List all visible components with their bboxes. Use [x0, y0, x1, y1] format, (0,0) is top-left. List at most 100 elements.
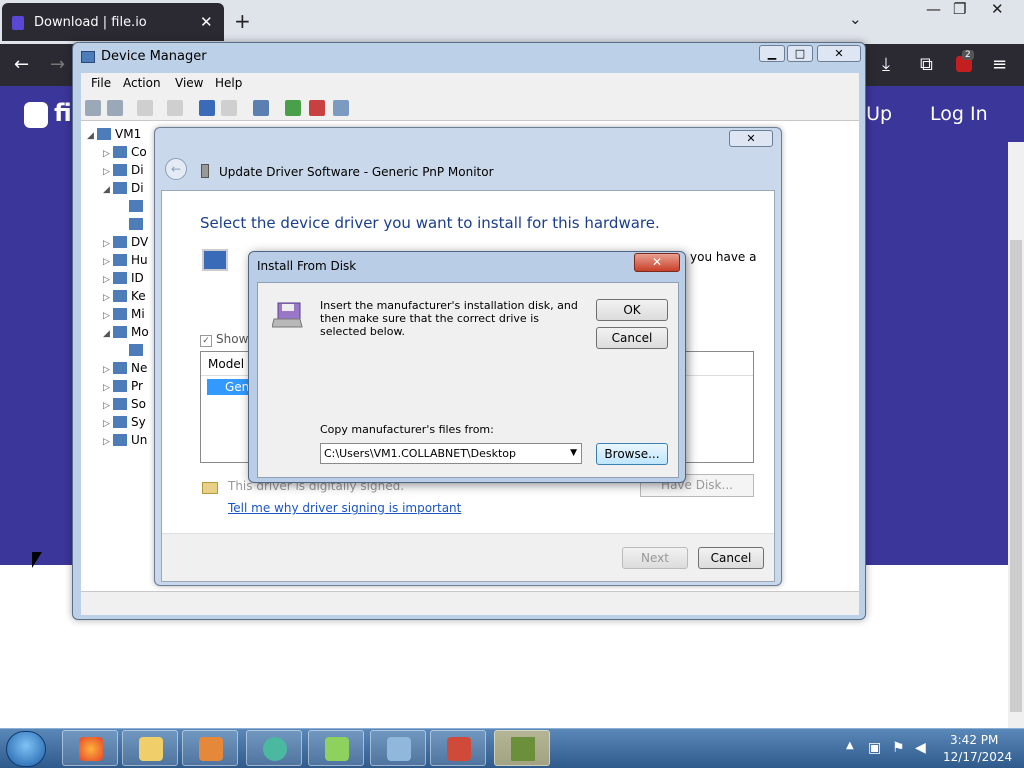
install-from-disk-close-button[interactable]: ✕ [634, 253, 680, 272]
login-link[interactable]: Log In [930, 103, 988, 125]
tree-expander-icon[interactable]: ▷ [103, 437, 113, 447]
window-icon[interactable] [221, 100, 237, 116]
browser-close-button[interactable]: ✕ [991, 0, 1004, 18]
wizard-close-button[interactable]: ✕ [729, 130, 773, 147]
back-arrow-icon[interactable]: ← [14, 54, 29, 75]
properties-view-icon[interactable] [137, 100, 153, 116]
tree-expander-icon[interactable]: ◢ [103, 185, 113, 195]
tree-expander-icon[interactable]: ◢ [87, 131, 97, 141]
tab-close-icon[interactable]: ✕ [200, 13, 213, 31]
device-icon [113, 362, 127, 374]
ok-button[interactable]: OK [596, 299, 668, 321]
volume-icon[interactable]: ◀ [915, 740, 926, 756]
tree-expander-icon[interactable]: ▷ [103, 149, 113, 159]
tree-expander-icon[interactable]: ◢ [103, 329, 113, 339]
wizard-back-arrow-icon[interactable]: ← [165, 158, 187, 180]
taskbar-control-panel[interactable] [370, 730, 426, 766]
tree-expander-icon[interactable]: ▷ [103, 275, 113, 285]
install-disk-icon [271, 301, 304, 329]
install-from-disk-title: Install From Disk [257, 259, 357, 273]
taskbar-media-player[interactable] [182, 730, 238, 766]
tree-item[interactable]: ◢ Mo [103, 325, 149, 339]
tree-item[interactable]: ▷ Di [103, 163, 144, 177]
taskbar-firefox[interactable] [62, 730, 118, 766]
tree-item[interactable]: ▷ Un [103, 433, 147, 447]
list-tabs-chevron-icon[interactable]: ⌄ [849, 10, 862, 28]
menu-help[interactable]: Help [215, 76, 242, 90]
file-io-logo-icon[interactable] [24, 102, 48, 128]
tree-item[interactable]: ▷ So [103, 397, 146, 411]
tree-item[interactable]: ▷ DV [103, 235, 148, 249]
tree-item[interactable]: ◢ VM1 [87, 127, 141, 141]
tree-expander-icon[interactable]: ▷ [103, 311, 113, 321]
driver-signing-link[interactable]: Tell me why driver signing is important [228, 501, 461, 515]
tree-item[interactable]: ◢ Di [103, 181, 144, 195]
help-icon[interactable] [199, 100, 215, 116]
browser-tab[interactable]: Download | file.io ✕ [2, 3, 224, 41]
browser-restore-button[interactable]: ❐ [953, 0, 966, 18]
taskbar-minecraft[interactable] [494, 730, 550, 766]
browser-minimize-button[interactable]: — [926, 0, 941, 18]
tree-expander-icon[interactable]: ▷ [103, 239, 113, 249]
scan-hardware-icon[interactable] [253, 100, 269, 116]
menu-hamburger-icon[interactable]: ≡ [992, 54, 1007, 75]
extensions-icon[interactable]: ⧉ [920, 54, 933, 75]
page-scrollbar-thumb[interactable] [1010, 240, 1022, 712]
tree-expander-icon[interactable]: ▷ [103, 365, 113, 375]
minecraft-icon [511, 737, 535, 761]
tree-item[interactable]: ▷ Co [103, 145, 147, 159]
menu-action[interactable]: Action [123, 76, 161, 90]
forward-arrow-icon[interactable]: → [50, 54, 65, 75]
wizard-cancel-button[interactable]: Cancel [698, 547, 764, 569]
tree-item[interactable] [119, 343, 147, 357]
install-from-disk-cancel-button[interactable]: Cancel [596, 327, 668, 349]
clock-date[interactable]: 12/17/2024 [943, 750, 1012, 764]
tree-expander-icon[interactable]: ▷ [103, 383, 113, 393]
dropdown-arrow-icon[interactable]: ▼ [570, 444, 577, 463]
taskbar-toolbox[interactable] [430, 730, 486, 766]
dm-minimize-button[interactable]: ▁ [759, 45, 785, 62]
uninstall-icon[interactable] [309, 100, 325, 116]
tree-expander-icon[interactable]: ▷ [103, 293, 113, 303]
update-driver-icon[interactable] [285, 100, 301, 116]
tree-item[interactable] [119, 217, 147, 231]
tree-item[interactable]: ▷ Ne [103, 361, 147, 375]
menu-file[interactable]: File [91, 76, 111, 90]
disable-device-icon[interactable] [333, 100, 349, 116]
tree-expander-icon[interactable]: ▷ [103, 419, 113, 429]
clock-time[interactable]: 3:42 PM [950, 733, 998, 747]
forward-icon[interactable] [107, 100, 123, 116]
start-button[interactable] [6, 731, 46, 767]
tree-item[interactable]: ▷ Mi [103, 307, 145, 321]
device-icon [113, 272, 127, 284]
tree-expander-icon[interactable]: ▷ [103, 257, 113, 267]
tree-item[interactable]: ▷ Sy [103, 415, 146, 429]
download-icon[interactable]: ⤓ [882, 54, 890, 75]
tree-item[interactable]: ▷ Pr [103, 379, 143, 393]
back-icon[interactable] [85, 100, 101, 116]
tree-item[interactable]: ▷ Hu [103, 253, 148, 267]
taskbar-explorer[interactable] [122, 730, 178, 766]
site-logo-text[interactable]: fi [54, 99, 72, 127]
browse-button[interactable]: Browse... [596, 443, 668, 465]
dm-maximize-button[interactable]: □ [787, 45, 813, 62]
tree-item[interactable] [119, 199, 147, 213]
tree-item[interactable]: ▷ Ke [103, 289, 146, 303]
tree-item-label: Un [131, 433, 148, 447]
tree-item-label: Ke [131, 289, 146, 303]
list-icon[interactable] [167, 100, 183, 116]
show-compatible-checkbox[interactable]: ✓ Show [200, 332, 248, 347]
show-hidden-icons-icon[interactable]: ▲ [846, 740, 854, 751]
tree-expander-icon[interactable]: ▷ [103, 401, 113, 411]
new-tab-button[interactable]: + [234, 9, 251, 33]
copy-files-path-combobox[interactable]: C:\Users\VM1.COLLABNET\Desktop ▼ [320, 443, 582, 464]
taskbar-app-green[interactable] [246, 730, 302, 766]
tree-item[interactable]: ▷ ID [103, 271, 144, 285]
action-center-flag-icon[interactable]: ⚑ [892, 740, 905, 756]
dm-close-button[interactable]: ✕ [817, 45, 861, 62]
taskbar-dice[interactable] [308, 730, 364, 766]
menu-view[interactable]: View [175, 76, 203, 90]
tree-expander-icon[interactable]: ▷ [103, 167, 113, 177]
next-button[interactable]: Next [622, 547, 688, 569]
network-icon[interactable]: ▣ [868, 740, 881, 756]
